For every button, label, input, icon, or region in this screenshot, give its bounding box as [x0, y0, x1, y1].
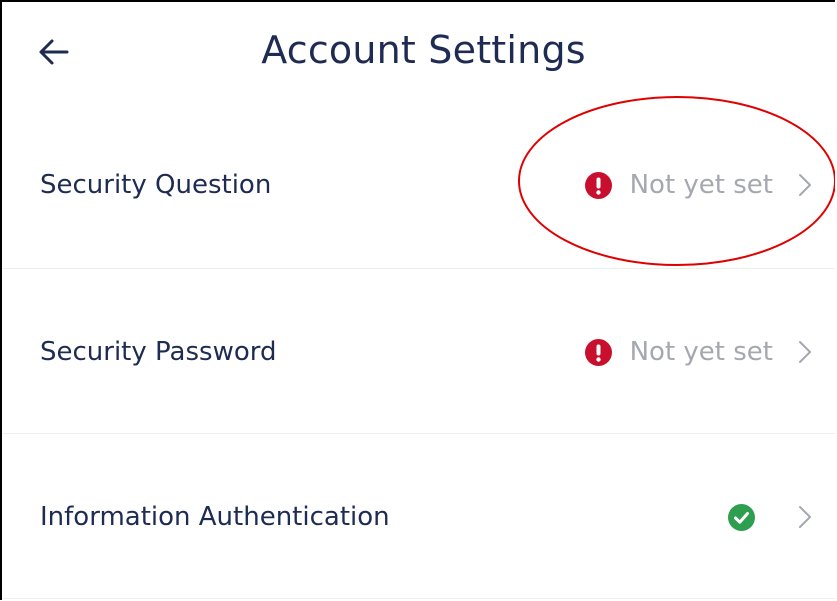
settings-row-security-question[interactable]: Security Question Not yet set	[2, 102, 835, 268]
divider	[2, 598, 835, 599]
alert-circle-icon	[584, 171, 612, 199]
row-label: Security Password	[40, 337, 277, 367]
account-settings-screen: Account Settings Security Question Not y…	[0, 0, 835, 600]
row-status: Not yet set	[584, 170, 813, 200]
check-circle-icon	[728, 503, 755, 531]
page-title: Account Settings	[261, 28, 586, 72]
chevron-right-icon	[797, 339, 813, 365]
row-status: Not yet set	[584, 337, 813, 367]
alert-circle-icon	[584, 338, 612, 366]
chevron-right-icon	[797, 504, 813, 530]
chevron-right-icon	[797, 172, 813, 198]
row-label: Security Question	[40, 170, 272, 200]
settings-row-security-password[interactable]: Security Password Not yet set	[2, 269, 835, 435]
status-text: Not yet set	[629, 170, 773, 200]
settings-row-information-authentication[interactable]: Information Authentication	[2, 434, 835, 600]
header: Account Settings	[2, 2, 835, 102]
status-text: Not yet set	[629, 337, 773, 367]
row-label: Information Authentication	[40, 502, 390, 532]
row-status	[728, 503, 813, 531]
